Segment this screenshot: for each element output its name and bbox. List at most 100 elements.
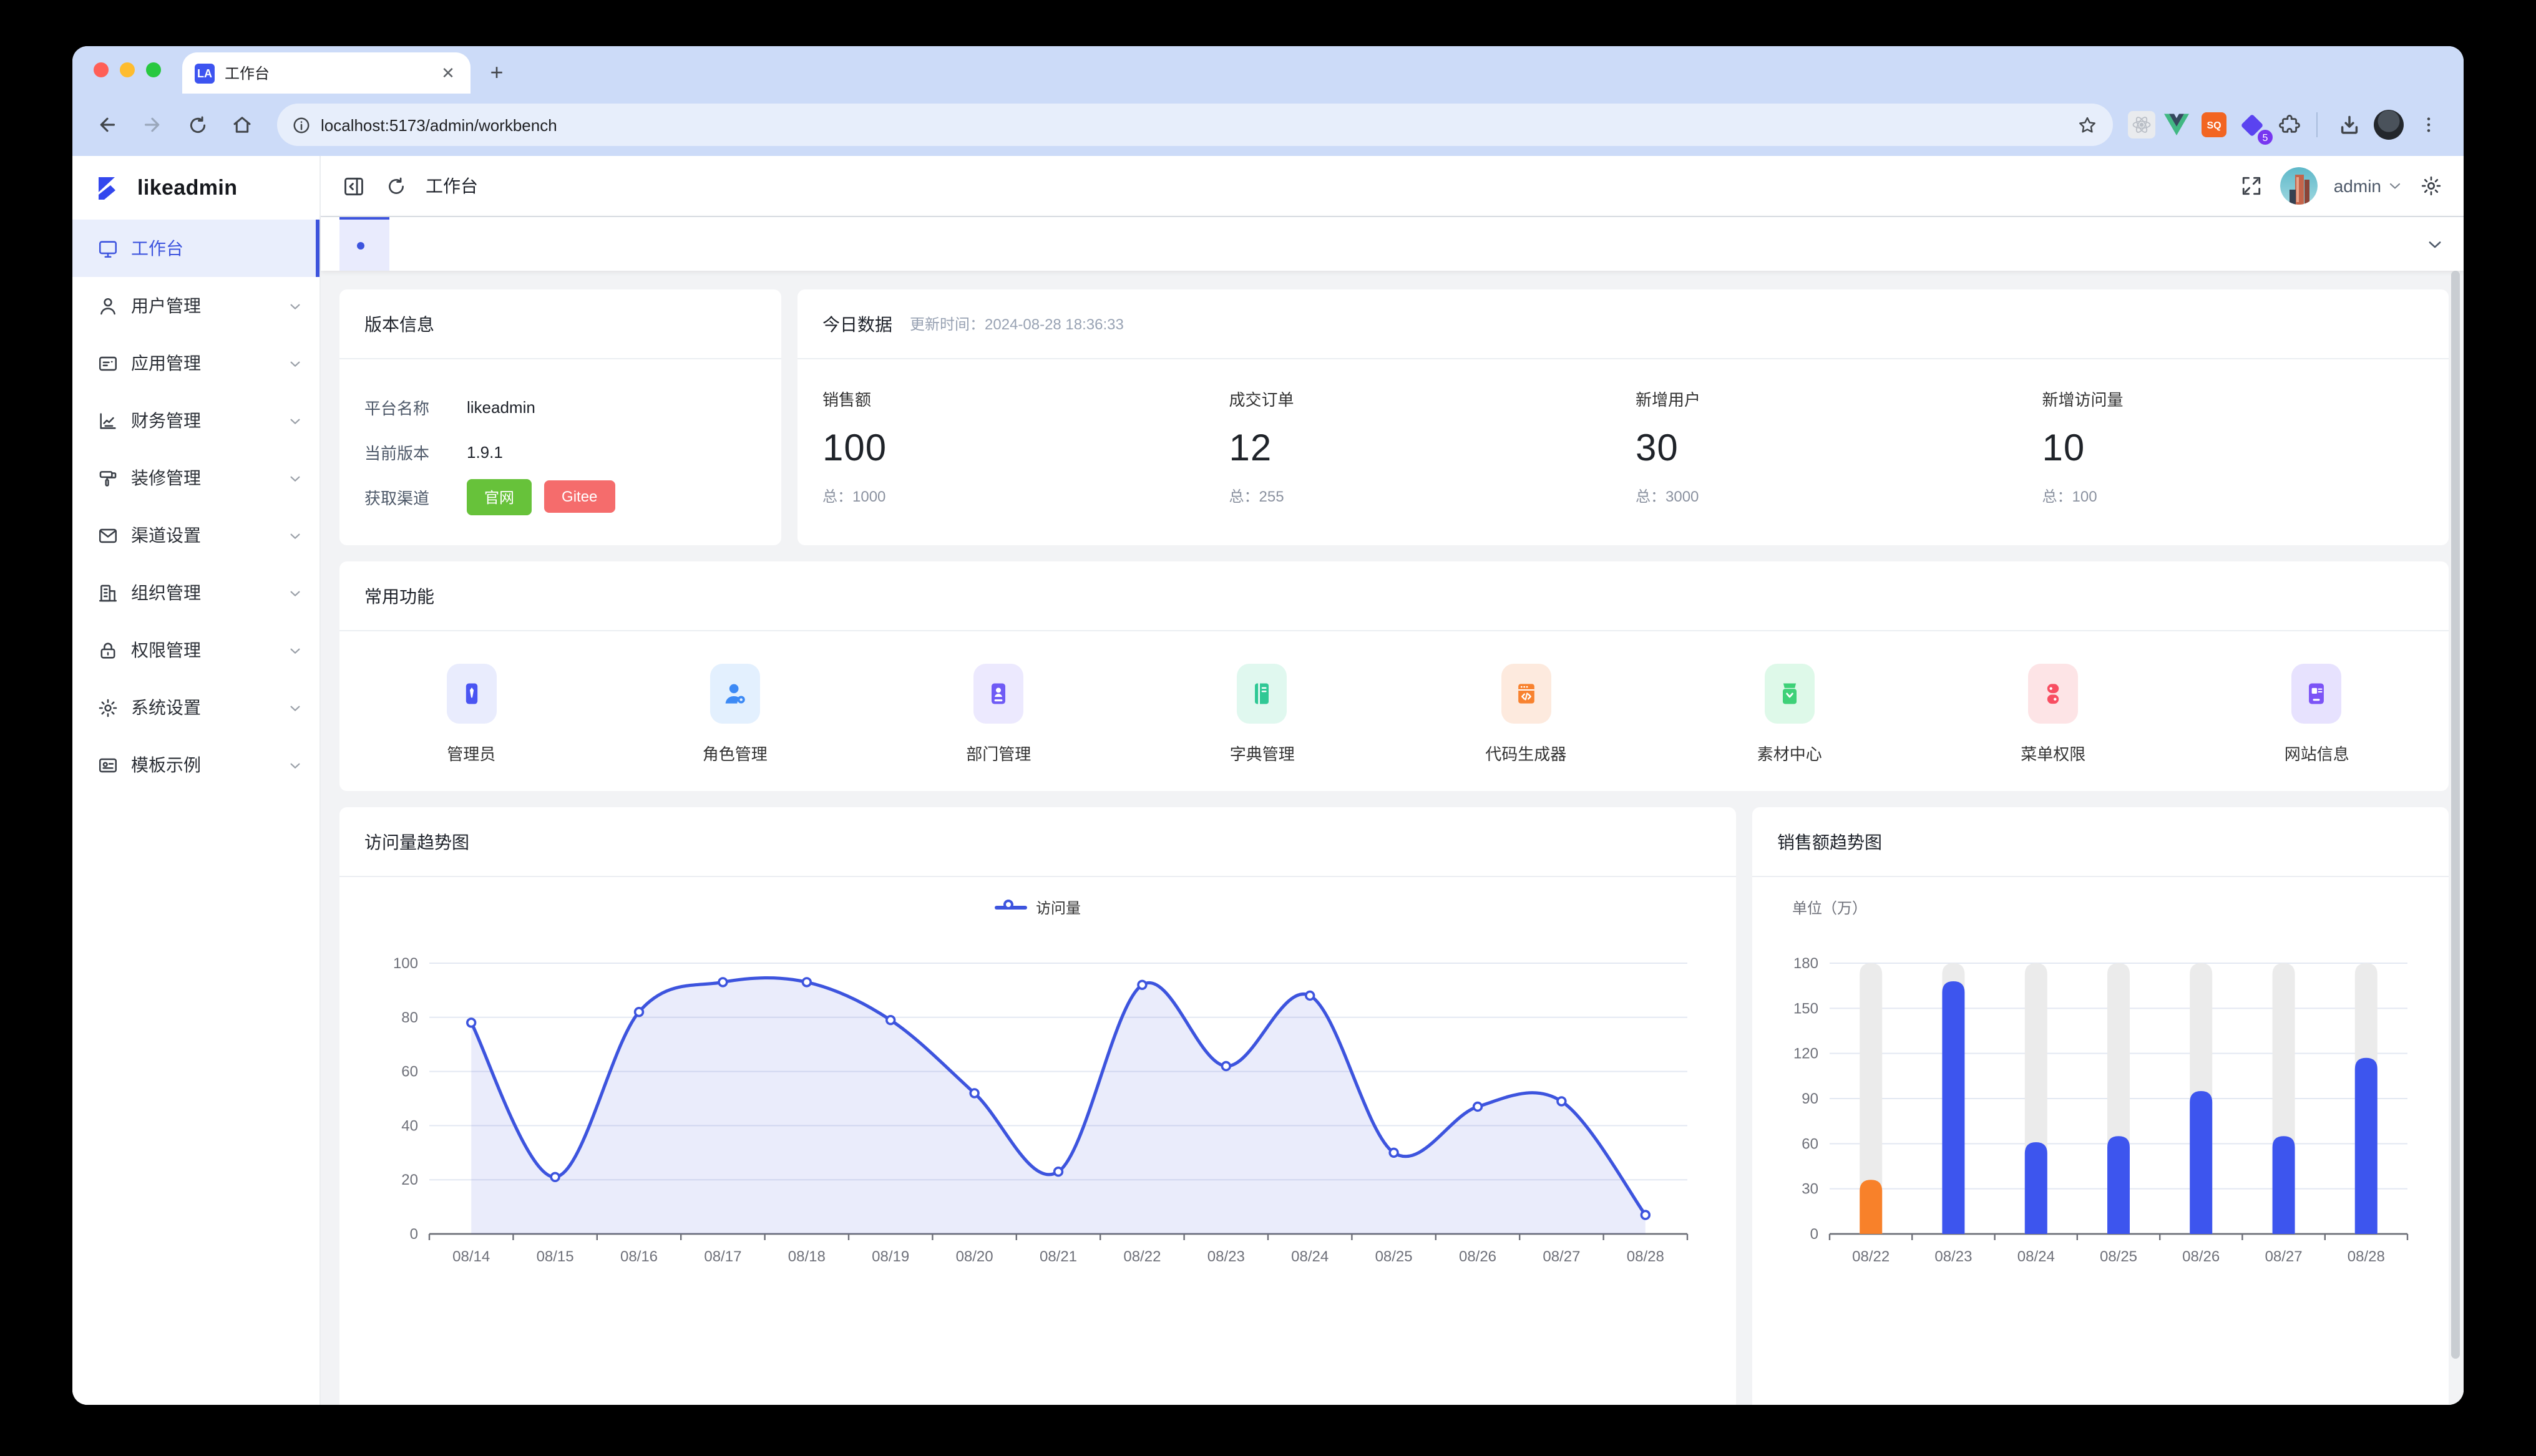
browser-profile-avatar[interactable]: [2374, 110, 2404, 140]
fullscreen-icon: [2240, 175, 2263, 197]
zoom-window-button[interactable]: [146, 62, 161, 77]
user-icon: [97, 295, 119, 316]
updated-time: 更新时间：2024-08-28 18:36:33: [910, 313, 1124, 334]
new-tab-button[interactable]: +: [480, 56, 513, 89]
visits-trend-card: 访问量趋势图 访问量 02040608010008/1408/1508/1608…: [339, 807, 1736, 1405]
page-tabs-bar: [321, 217, 2464, 271]
function-menu-permissions[interactable]: 菜单权限: [1921, 664, 2185, 765]
reload-button[interactable]: [177, 105, 217, 145]
sidebar-item-label: 系统设置: [131, 695, 276, 720]
function-label: 代码生成器: [1485, 741, 1566, 765]
function-dictionary[interactable]: 字典管理: [1131, 664, 1395, 765]
sidebar-item-permissions[interactable]: 权限管理: [72, 621, 319, 679]
app-logo[interactable]: likeadmin: [72, 156, 319, 220]
tab-close-icon[interactable]: ✕: [438, 63, 458, 83]
stat-value: 12: [1229, 428, 1636, 470]
refresh-page-button[interactable]: [383, 173, 408, 198]
close-window-button[interactable]: [94, 62, 109, 77]
collapse-sidebar-icon: [341, 174, 365, 198]
row-label: 当前版本: [364, 440, 467, 463]
function-roles[interactable]: 角色管理: [603, 664, 867, 765]
page-tab-workbench[interactable]: [339, 217, 389, 271]
visits-line-chart[interactable]: 02040608010008/1408/1508/1608/1708/1808/…: [364, 920, 1711, 1300]
svg-text:120: 120: [1793, 1046, 1818, 1062]
sidebar-item-organization[interactable]: 组织管理: [72, 564, 319, 621]
likeadmin-logo-icon: [95, 173, 125, 203]
lock-icon: [97, 639, 119, 661]
sidebar-item-label: 应用管理: [131, 351, 276, 376]
chevron-down-icon: [288, 471, 302, 485]
svg-text:08/20: 08/20: [956, 1248, 993, 1265]
vue-devtools-extension-icon[interactable]: [2160, 109, 2193, 141]
sidebar-item-label: 组织管理: [131, 580, 276, 605]
sidebar-item-template-examples[interactable]: 模板示例: [72, 736, 319, 794]
stat-label: 新增访问量: [2042, 387, 2449, 410]
official-site-button[interactable]: 官网: [467, 478, 532, 515]
bookmark-star-icon[interactable]: [2077, 114, 2098, 135]
browser-toolbar: localhost:5173/admin/workbench SQ 5: [72, 94, 2464, 156]
diamond-extension-icon[interactable]: 5: [2235, 109, 2268, 141]
sidebar-item-applications[interactable]: 应用管理: [72, 334, 319, 392]
minimize-window-button[interactable]: [120, 62, 135, 77]
page-scrollbar-thumb[interactable]: [2451, 271, 2460, 1359]
svg-text:08/21: 08/21: [1040, 1248, 1077, 1265]
collapse-sidebar-button[interactable]: [341, 173, 366, 198]
back-button[interactable]: [87, 105, 127, 145]
sq-extension-icon[interactable]: SQ: [2198, 109, 2230, 141]
chart-legend[interactable]: 访问量: [339, 895, 1736, 920]
svg-text:08/26: 08/26: [2182, 1248, 2220, 1265]
url-text: localhost:5173/admin/workbench: [321, 115, 2067, 134]
stat-value: 10: [2042, 428, 2449, 470]
svg-text:60: 60: [401, 1064, 418, 1080]
browser-window: LA 工作台 ✕ + localhost:5173/admin/workben: [72, 46, 2464, 1405]
function-code-generator[interactable]: 代码生成器: [1394, 664, 1658, 765]
common-functions-card: 常用功能 管理员: [339, 561, 2449, 791]
downloads-button[interactable]: [2329, 105, 2369, 145]
svg-text:60: 60: [1802, 1135, 1818, 1152]
chevron-down-icon: [288, 758, 302, 772]
extensions-puzzle-icon[interactable]: [2273, 109, 2305, 141]
sidebar-item-workbench[interactable]: 工作台: [72, 220, 319, 277]
stat-total: 总：3000: [1636, 485, 2042, 507]
svg-text:08/23: 08/23: [1934, 1248, 1972, 1265]
svg-text:30: 30: [1802, 1181, 1818, 1198]
sidebar-item-finance[interactable]: 财务管理: [72, 392, 319, 449]
fullscreen-button[interactable]: [2239, 173, 2264, 198]
stat-orders: 成交订单 12 总：255: [1229, 387, 1636, 507]
svg-text:08/22: 08/22: [1852, 1248, 1890, 1265]
chevron-down-icon: [288, 701, 302, 714]
svg-text:08/24: 08/24: [2017, 1248, 2055, 1265]
today-data-card: 今日数据 更新时间：2024-08-28 18:36:33 销售额 100 总：…: [797, 289, 2449, 545]
kebab-menu-icon: [2419, 115, 2439, 135]
app-card-icon: [97, 352, 119, 374]
browser-menu-button[interactable]: [2409, 105, 2449, 145]
user-menu[interactable]: admin: [2334, 176, 2402, 196]
extension-badge: 5: [2258, 130, 2273, 145]
svg-text:08/19: 08/19: [872, 1248, 909, 1265]
function-site-info[interactable]: 网站信息: [2185, 664, 2449, 765]
forward-button[interactable]: [132, 105, 172, 145]
react-devtools-extension-icon[interactable]: [2128, 111, 2155, 138]
user-avatar[interactable]: [2280, 167, 2318, 205]
function-material-center[interactable]: 素材中心: [1658, 664, 1922, 765]
page-content: 版本信息 平台名称 likeadmin 当前版本 1.9.1: [321, 271, 2464, 1405]
home-button[interactable]: [222, 105, 262, 145]
sidebar-item-channels[interactable]: 渠道设置: [72, 507, 319, 564]
function-departments[interactable]: 部门管理: [867, 664, 1131, 765]
browser-tab[interactable]: LA 工作台 ✕: [182, 52, 471, 94]
function-admin[interactable]: 管理员: [339, 664, 603, 765]
row-label: 平台名称: [364, 395, 467, 419]
tabs-dropdown-button[interactable]: [2426, 235, 2444, 253]
toolbar-separator: [2316, 112, 2318, 137]
stat-label: 成交订单: [1229, 387, 1636, 410]
stat-label: 销售额: [822, 387, 1229, 410]
forward-icon: [141, 114, 163, 136]
sidebar-item-users[interactable]: 用户管理: [72, 277, 319, 334]
settings-button[interactable]: [2419, 173, 2444, 198]
gitee-button[interactable]: Gitee: [544, 480, 615, 513]
sales-bar-chart[interactable]: 030609012015018008/2208/2308/2408/2508/2…: [1777, 920, 2424, 1300]
sidebar-item-decoration[interactable]: 装修管理: [72, 449, 319, 507]
sidebar-item-system-settings[interactable]: 系统设置: [72, 679, 319, 736]
sidebar-item-label: 装修管理: [131, 465, 276, 490]
address-bar[interactable]: localhost:5173/admin/workbench: [277, 104, 2113, 146]
